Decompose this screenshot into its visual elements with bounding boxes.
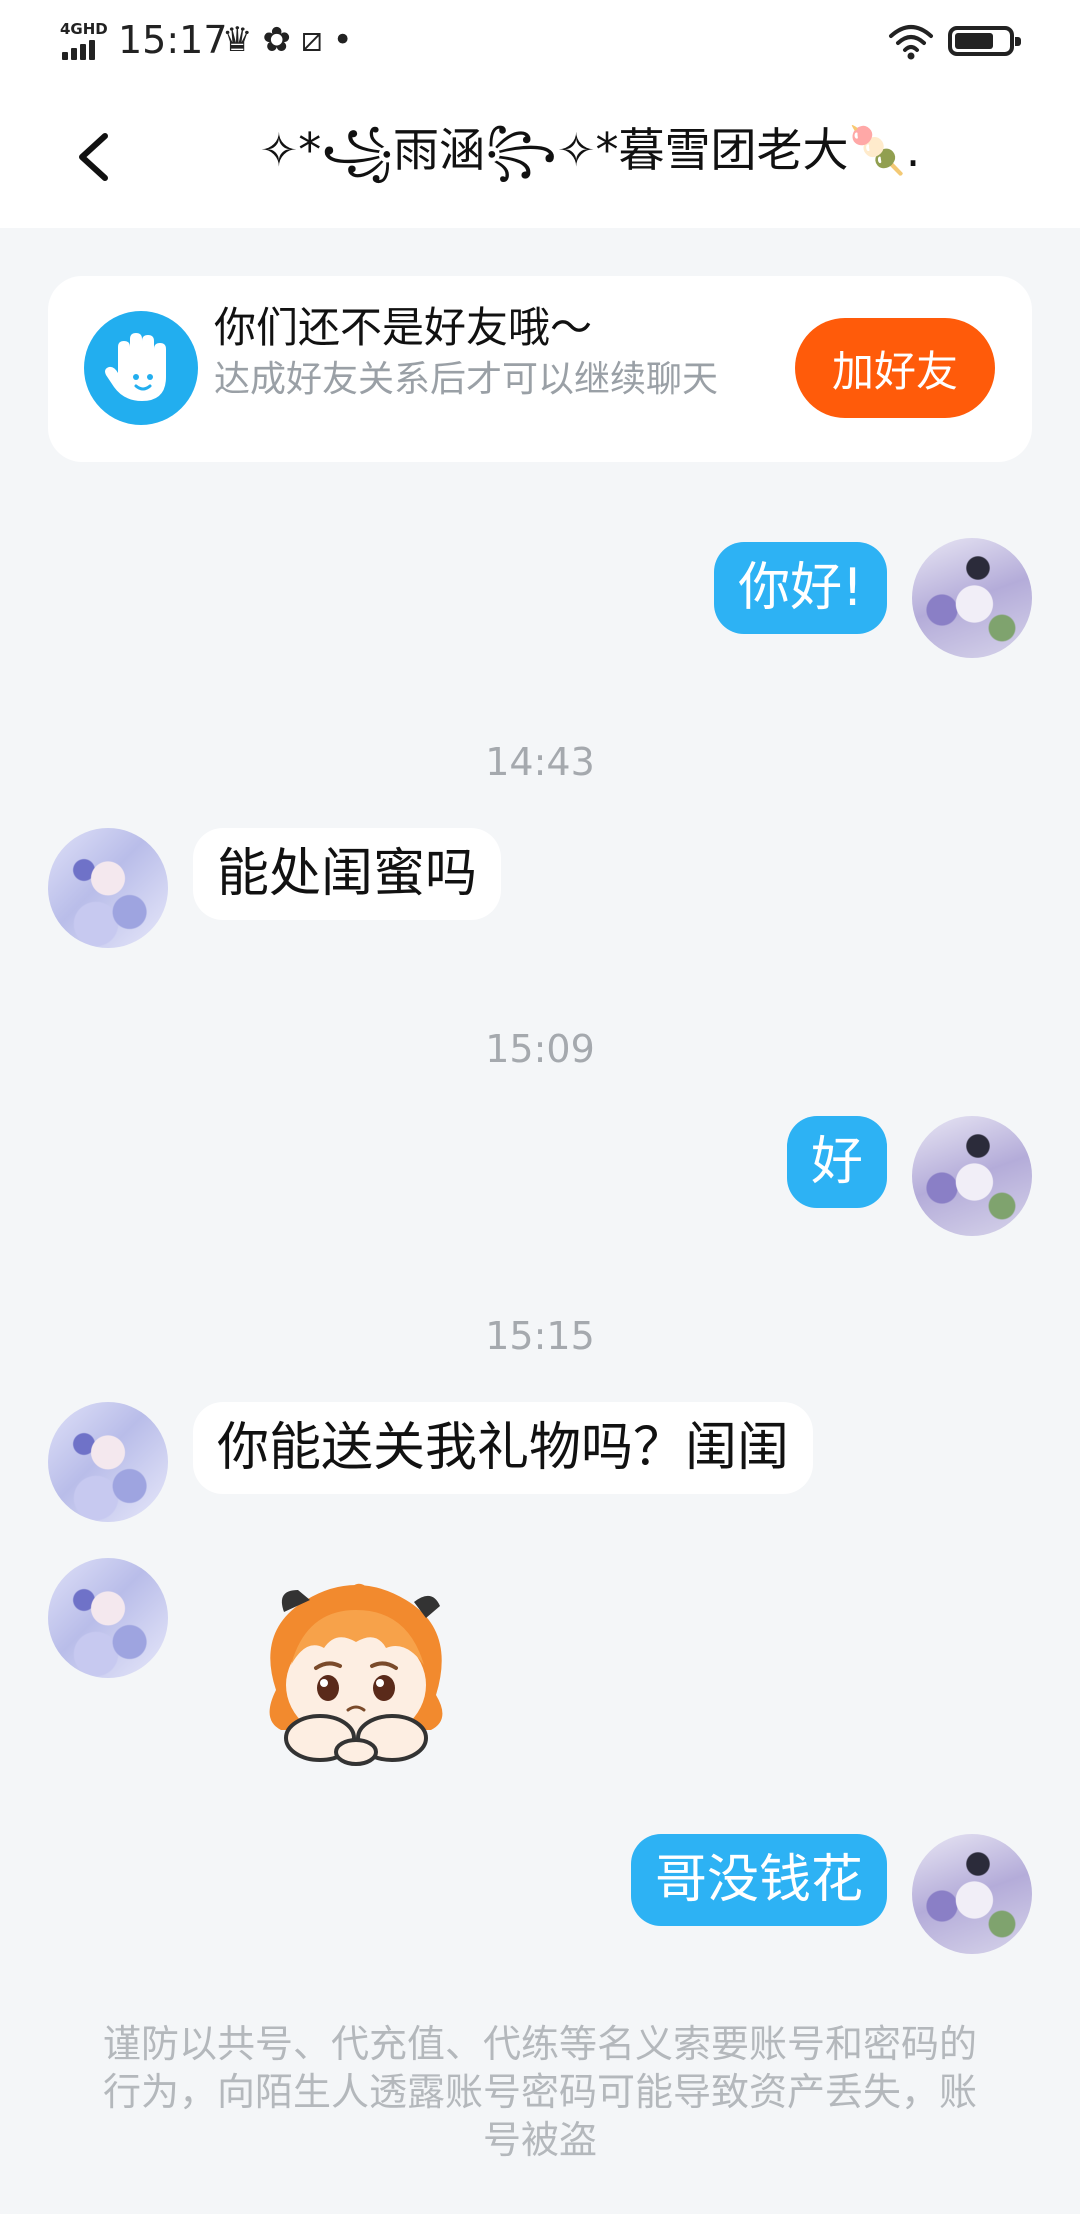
- add-friend-button[interactable]: 加好友: [795, 318, 995, 418]
- my-avatar[interactable]: [912, 1116, 1032, 1236]
- security-warning: 谨防以共号、代充值、代练等名义索要账号和密码的行为，向陌生人透露账号密码可能导致…: [102, 2022, 977, 2162]
- contact-avatar[interactable]: [48, 1402, 168, 1522]
- battery-icon: [948, 26, 1021, 56]
- notification-icons: ♛✿⧄•: [222, 20, 363, 60]
- my-avatar[interactable]: [912, 538, 1032, 658]
- chat-title: ✧*꧁雨涵꧂✧*暮雪团老大🍡.: [259, 123, 921, 177]
- message-bubble-sent[interactable]: 你好!: [714, 542, 887, 634]
- message-timestamp: 14:43: [485, 740, 595, 784]
- status-time: 15:17: [118, 18, 228, 62]
- notice-title: 你们还不是好友哦～: [214, 303, 593, 352]
- contact-avatar[interactable]: [48, 1558, 168, 1678]
- contact-avatar[interactable]: [48, 828, 168, 948]
- message-bubble-sent[interactable]: 哥没钱花: [630, 1834, 887, 1926]
- message-bubble-sent[interactable]: 好: [786, 1116, 887, 1208]
- chat-header: ✧*꧁雨涵꧂✧*暮雪团老大🍡.: [0, 84, 1080, 228]
- cellular-signal-icon: 4GHD: [60, 20, 110, 60]
- network-type: 4GHD: [60, 20, 108, 38]
- wifi-icon: [889, 25, 933, 60]
- message-timestamp: 15:15: [485, 1314, 595, 1358]
- sad-chibi-sticker[interactable]: [236, 1570, 476, 1780]
- status-bar: 4GHD 15:17 ♛✿⧄•: [0, 0, 1080, 84]
- message-bubble-received[interactable]: 能处闺蜜吗: [193, 828, 502, 920]
- notice-subtitle: 达成好友关系后才可以继续聊天: [214, 359, 719, 400]
- message-timestamp: 15:09: [485, 1027, 595, 1071]
- friend-request-card: 你们还不是好友哦～ 达成好友关系后才可以继续聊天 加好友: [48, 276, 1032, 462]
- message-bubble-received[interactable]: 你能送关我礼物吗？闺闺: [193, 1402, 814, 1494]
- waving-hand-icon: [84, 311, 198, 425]
- back-button[interactable]: [60, 122, 130, 192]
- my-avatar[interactable]: [912, 1834, 1032, 1954]
